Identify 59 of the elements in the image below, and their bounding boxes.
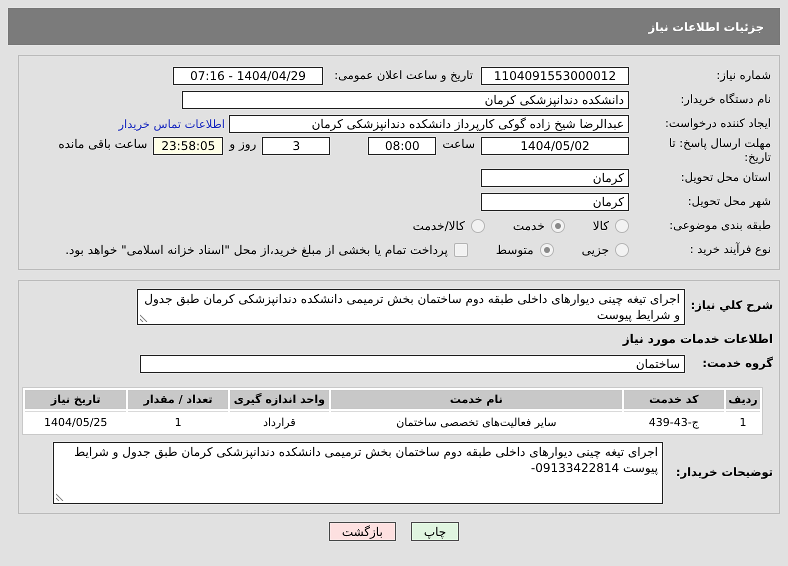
radio-button[interactable] [615,243,629,257]
buyer-contact-link[interactable]: اطلاعات تماس خریدار [118,117,225,131]
checkbox[interactable] [454,243,468,257]
radio-label: جزیی [582,243,609,257]
remaining-time-field: 23:58:05 [153,137,224,155]
days-label: روز و [229,137,256,151]
radio-label: کالا [592,219,609,233]
table-cell: 1 [726,411,760,432]
radio-label: متوسط [496,243,534,257]
requester-field[interactable]: عبدالرضا شیخ زاده گوکی کارپرداز دانشکده دندانپزشکی کرمان [229,115,629,133]
radio-button[interactable] [470,219,485,233]
section-heading: اطلاعات خدمات مورد نیاز [622,332,773,346]
field-label: طبقه بندی موضوعی: [668,219,771,233]
radio-label: خدمت [512,219,545,233]
field-label: شهر محل تحویل: [686,195,771,209]
column-header: واحد اندازه گیری [230,390,329,409]
column-header: کد خدمت [624,390,724,409]
field-label: ایجاد کننده درخواست: [664,117,771,131]
buyer-notes-field[interactable]: اجرای تیغه چینی دیوارهای داخلی طبقه دوم ساختمان بخش ترمیمی دانشکده دندانپزشکی کرمان طبق جدول و شرایط پیوست 09133422814- [53,442,663,504]
checkbox-label: پرداخت تمام یا بخشی از مبلغ خرید،از محل "اسناد خزانه اسلامی" خواهد بود. [65,243,448,257]
field-label: توضیحات خریدار: [674,466,773,480]
city-field[interactable]: کرمان [481,193,629,211]
table-cell: ج-43-439 [624,411,724,432]
radio-button[interactable] [540,243,554,257]
radio-button[interactable] [550,219,565,233]
field-label: شرح کلي نیاز: [690,297,773,313]
table-cell: قرارداد [230,411,329,432]
column-header: تاریخ نیاز [25,390,126,409]
need-number-field[interactable]: 1104091553000012 [481,67,629,85]
field-label: نوع فرآیند خرید : [688,243,771,257]
resize-grip-icon[interactable] [56,493,64,501]
field-label: گروه خدمت: [701,357,773,371]
resize-grip-icon[interactable] [140,314,148,322]
column-header: نام خدمت [331,390,622,409]
buyer-org-field[interactable]: دانشکده دندانپزشکی کرمان [182,91,629,109]
print-button[interactable]: چاپ [410,522,460,541]
service-group-field[interactable]: ساختمان [140,355,685,373]
radio-button[interactable] [615,219,629,233]
table-cell: سایر فعالیت‌های تخصصی ساختمان [331,411,622,432]
field-label: نام دستگاه خریدار: [679,93,771,107]
table-cell: 1 [128,411,228,432]
remaining-label: ساعت باقی مانده [58,137,148,151]
summary-field[interactable]: اجرای تیغه چینی دیوارهای داخلی طبقه دوم ساختمان بخش ترمیمی دانشکده دندانپزشکی کرمان طبق جدول و شرایط پیوست [137,289,685,325]
field-label: مهلت ارسال پاسخ: تا تاریخ: [668,137,771,165]
time-label: ساعت [442,137,475,151]
field-label: استان محل تحویل: [680,171,771,185]
deadline-time-field[interactable]: 08:00 [368,137,436,155]
column-header: ردیف [726,390,760,409]
field-label: شماره نیاز: [715,69,771,83]
days-field[interactable]: 3 [262,137,330,155]
table-cell: 1404/05/25 [25,411,126,432]
announce-date-field[interactable]: 1404/04/29 - 07:16 [173,67,323,85]
radio-label: کالا/خدمت [412,219,465,233]
page-header: جزئیات اطلاعات نیاز [8,8,780,45]
field-label: تاریخ و ساعت اعلان عمومی: [333,69,474,83]
column-header: تعداد / مقدار [128,390,228,409]
province-field[interactable]: کرمان [481,169,629,187]
deadline-date-field[interactable]: 1404/05/02 [481,137,629,155]
back-button[interactable]: بازگشت [328,522,396,541]
